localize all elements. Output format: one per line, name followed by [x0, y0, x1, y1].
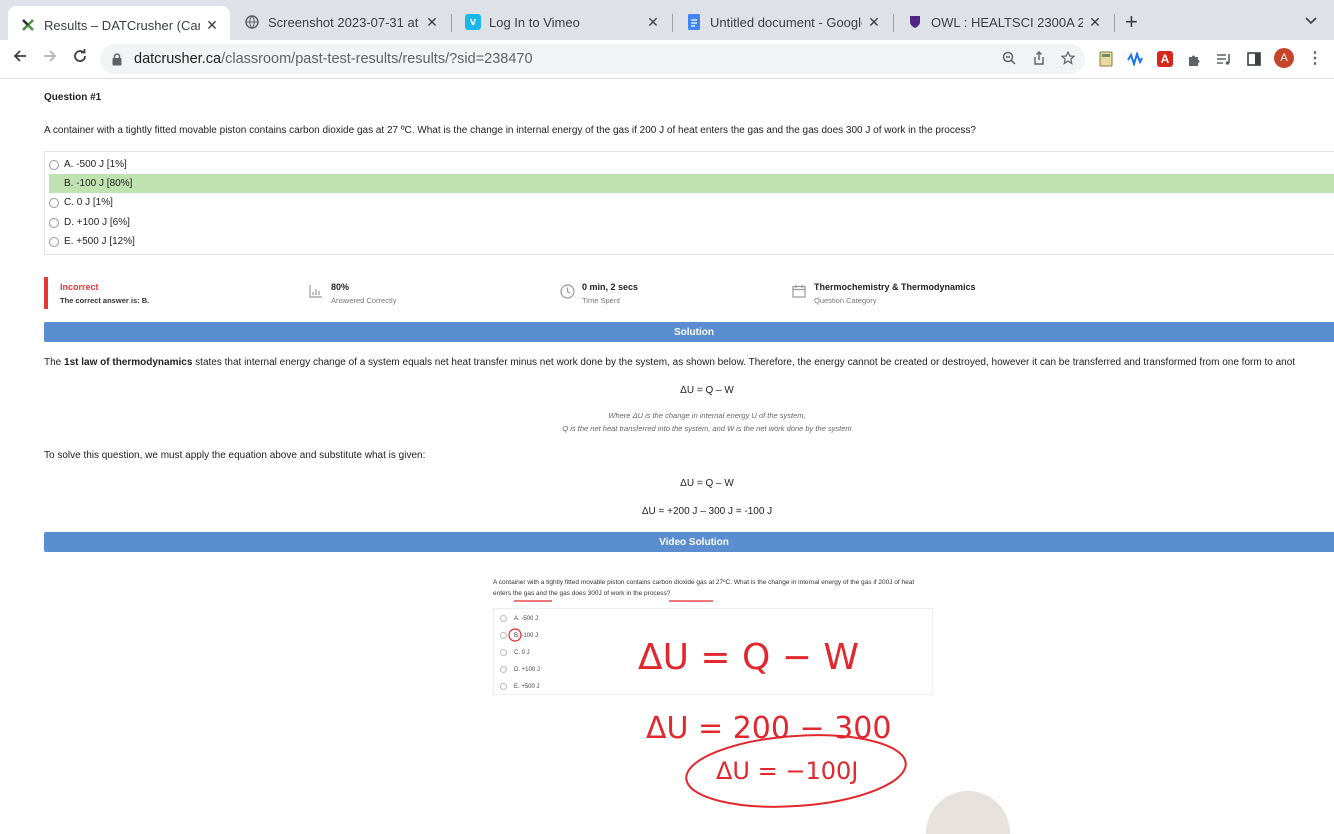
intro-pre: The: [44, 357, 65, 368]
choice-e[interactable]: E. +500 J [12%]: [49, 232, 1334, 251]
choice-label: C. 0 J [1%]: [64, 197, 113, 208]
tab-title: Log In to Vimeo: [489, 14, 580, 30]
correct-answer-text: The correct answer is: B.: [60, 296, 150, 305]
percent-label: Answered Correctly: [331, 296, 397, 305]
url-text: datcrusher.ca/classroom/past-test-result…: [134, 51, 533, 67]
vimeo-icon: v: [465, 14, 481, 30]
category-label: Question Category: [814, 296, 877, 305]
handwriting-equation-3: ΔU = −100J: [716, 757, 859, 785]
question-number: Question #1: [44, 92, 102, 103]
tab-google-doc[interactable]: Untitled document - Google Do ✕: [674, 6, 892, 38]
datcrusher-logo-icon: [20, 17, 36, 33]
browser-tab-strip: Results – DATCrusher (Canadia ✕ Screensh…: [0, 0, 1334, 44]
shield-icon: [907, 14, 923, 30]
radio-icon[interactable]: [49, 217, 59, 228]
time-stat: 0 min, 2 secs Time Spent: [560, 282, 639, 305]
calculator-extension-icon[interactable]: [1098, 51, 1114, 67]
browser-toolbar: datcrusher.ca/classroom/past-test-result…: [0, 40, 1334, 79]
globe-icon: [244, 14, 260, 30]
category-value: Thermochemistry & Thermodynamics: [814, 282, 976, 292]
tab-title: Untitled document - Google Do: [710, 14, 862, 30]
video-solution-header: Video Solution: [44, 532, 1334, 552]
tab-search-chevron-icon[interactable]: [1305, 12, 1317, 28]
video-player[interactable]: A container with a tightly fitted movabl…: [390, 565, 1025, 834]
tab-separator: [1114, 14, 1115, 32]
close-icon[interactable]: ✕: [645, 14, 661, 31]
choice-label: B. -100 J [80%]: [64, 178, 133, 189]
answer-choices: A. -500 J [1%] B. -100 J [80%] C. 0 J [1…: [44, 151, 1334, 255]
tab-datcrusher[interactable]: Results – DATCrusher (Canadia ✕: [8, 6, 230, 44]
equation-note-line2: Q is the net heat transferred into the s…: [562, 424, 852, 433]
tab-vimeo[interactable]: v Log In to Vimeo ✕: [453, 6, 671, 38]
forward-arrow-icon[interactable]: [40, 48, 60, 68]
apply-text: To solve this question, we must apply th…: [44, 450, 426, 461]
lock-icon[interactable]: [112, 52, 124, 66]
tab-separator: [672, 14, 673, 32]
incorrect-indicator: [44, 277, 48, 309]
close-icon[interactable]: ✕: [866, 14, 882, 31]
tab-title: Screenshot 2023-07-31 at 5.0: [268, 14, 420, 30]
result-stat: Incorrect The correct answer is: B.: [60, 282, 149, 305]
star-icon[interactable]: [1060, 50, 1076, 69]
equation-3: ΔU = +200 J – 300 J = -100 J: [641, 506, 773, 517]
equation-note-line1: Where ΔU is the change in internal energ…: [608, 411, 806, 420]
bar-chart-icon: [309, 284, 323, 298]
percent-stat: 80% Answered Correctly: [309, 282, 397, 305]
close-icon[interactable]: ✕: [424, 14, 440, 31]
intro-post: states that internal energy change of a …: [192, 357, 1296, 368]
question-text: A container with a tightly fitted movabl…: [44, 125, 976, 136]
share-icon[interactable]: [1032, 51, 1046, 69]
adobe-acrobat-icon[interactable]: A: [1157, 51, 1173, 67]
solution-intro: The 1st law of thermodynamics states tha…: [44, 357, 1295, 368]
radio-icon[interactable]: [49, 197, 59, 208]
back-arrow-icon[interactable]: [10, 48, 30, 68]
new-tab-button[interactable]: +: [1125, 10, 1138, 34]
radio-icon[interactable]: [49, 159, 59, 170]
handwriting-equation-1: ΔU = Q − W: [638, 637, 860, 678]
equation: ΔU = Q – W: [680, 385, 734, 396]
choice-d[interactable]: D. +100 J [6%]: [49, 213, 1334, 232]
choice-label: E. +500 J [12%]: [64, 236, 135, 247]
percent-value: 80%: [331, 282, 350, 292]
choice-b-correct[interactable]: B. -100 J [80%]: [49, 174, 1334, 193]
tab-separator: [893, 14, 894, 32]
zoom-icon[interactable]: [1002, 51, 1016, 69]
choice-c[interactable]: C. 0 J [1%]: [49, 193, 1334, 212]
tab-separator: [451, 14, 452, 32]
reading-list-icon[interactable]: [1216, 51, 1232, 67]
url-path: /classroom/past-test-results/results/?si…: [221, 51, 533, 67]
url-domain: datcrusher.ca: [134, 51, 222, 67]
reload-icon[interactable]: [70, 48, 90, 68]
more-menu-icon[interactable]: ⋮: [1307, 48, 1323, 68]
clock-icon: [560, 284, 575, 299]
choice-label: D. +100 J [6%]: [64, 217, 130, 228]
result-label: Incorrect: [60, 282, 99, 292]
category-stat: Thermochemistry & Thermodynamics Questio…: [792, 282, 976, 305]
calendar-icon: [792, 284, 806, 298]
video-circle-annotations: [508, 628, 1010, 834]
intro-bold: 1st law of thermodynamics: [64, 357, 193, 368]
address-bar[interactable]: datcrusher.ca/classroom/past-test-result…: [100, 44, 1085, 74]
radio-icon[interactable]: [49, 236, 59, 247]
tab-screenshot[interactable]: Screenshot 2023-07-31 at 5.0 ✕: [232, 6, 450, 38]
tab-title: OWL : HEALTSCI 2300A 200 S: [931, 14, 1083, 30]
choice-a[interactable]: A. -500 J [1%]: [49, 155, 1334, 174]
time-value: 0 min, 2 secs: [582, 282, 639, 292]
equation-2: ΔU = Q – W: [680, 478, 734, 489]
close-icon[interactable]: ✕: [1087, 14, 1103, 31]
tab-owl[interactable]: OWL : HEALTSCI 2300A 200 S ✕: [895, 6, 1113, 38]
page-content: Question #1 A container with a tightly f…: [0, 79, 1334, 834]
google-docs-icon: [686, 14, 702, 30]
profile-avatar[interactable]: A: [1274, 48, 1294, 68]
puzzle-extensions-icon[interactable]: [1186, 51, 1202, 67]
result-stats: Incorrect The correct answer is: B. 80% …: [44, 277, 1334, 309]
time-label: Time Spent: [582, 296, 621, 305]
wave-extension-icon[interactable]: [1127, 51, 1143, 67]
tab-title: Results – DATCrusher (Canadia: [44, 17, 200, 33]
close-icon[interactable]: ✕: [204, 17, 220, 34]
handwriting-equation-2: ΔU = 200 − 300: [646, 711, 892, 746]
side-panel-icon[interactable]: [1246, 51, 1262, 67]
choice-label: A. -500 J [1%]: [64, 159, 127, 170]
solution-header: Solution: [44, 322, 1334, 342]
